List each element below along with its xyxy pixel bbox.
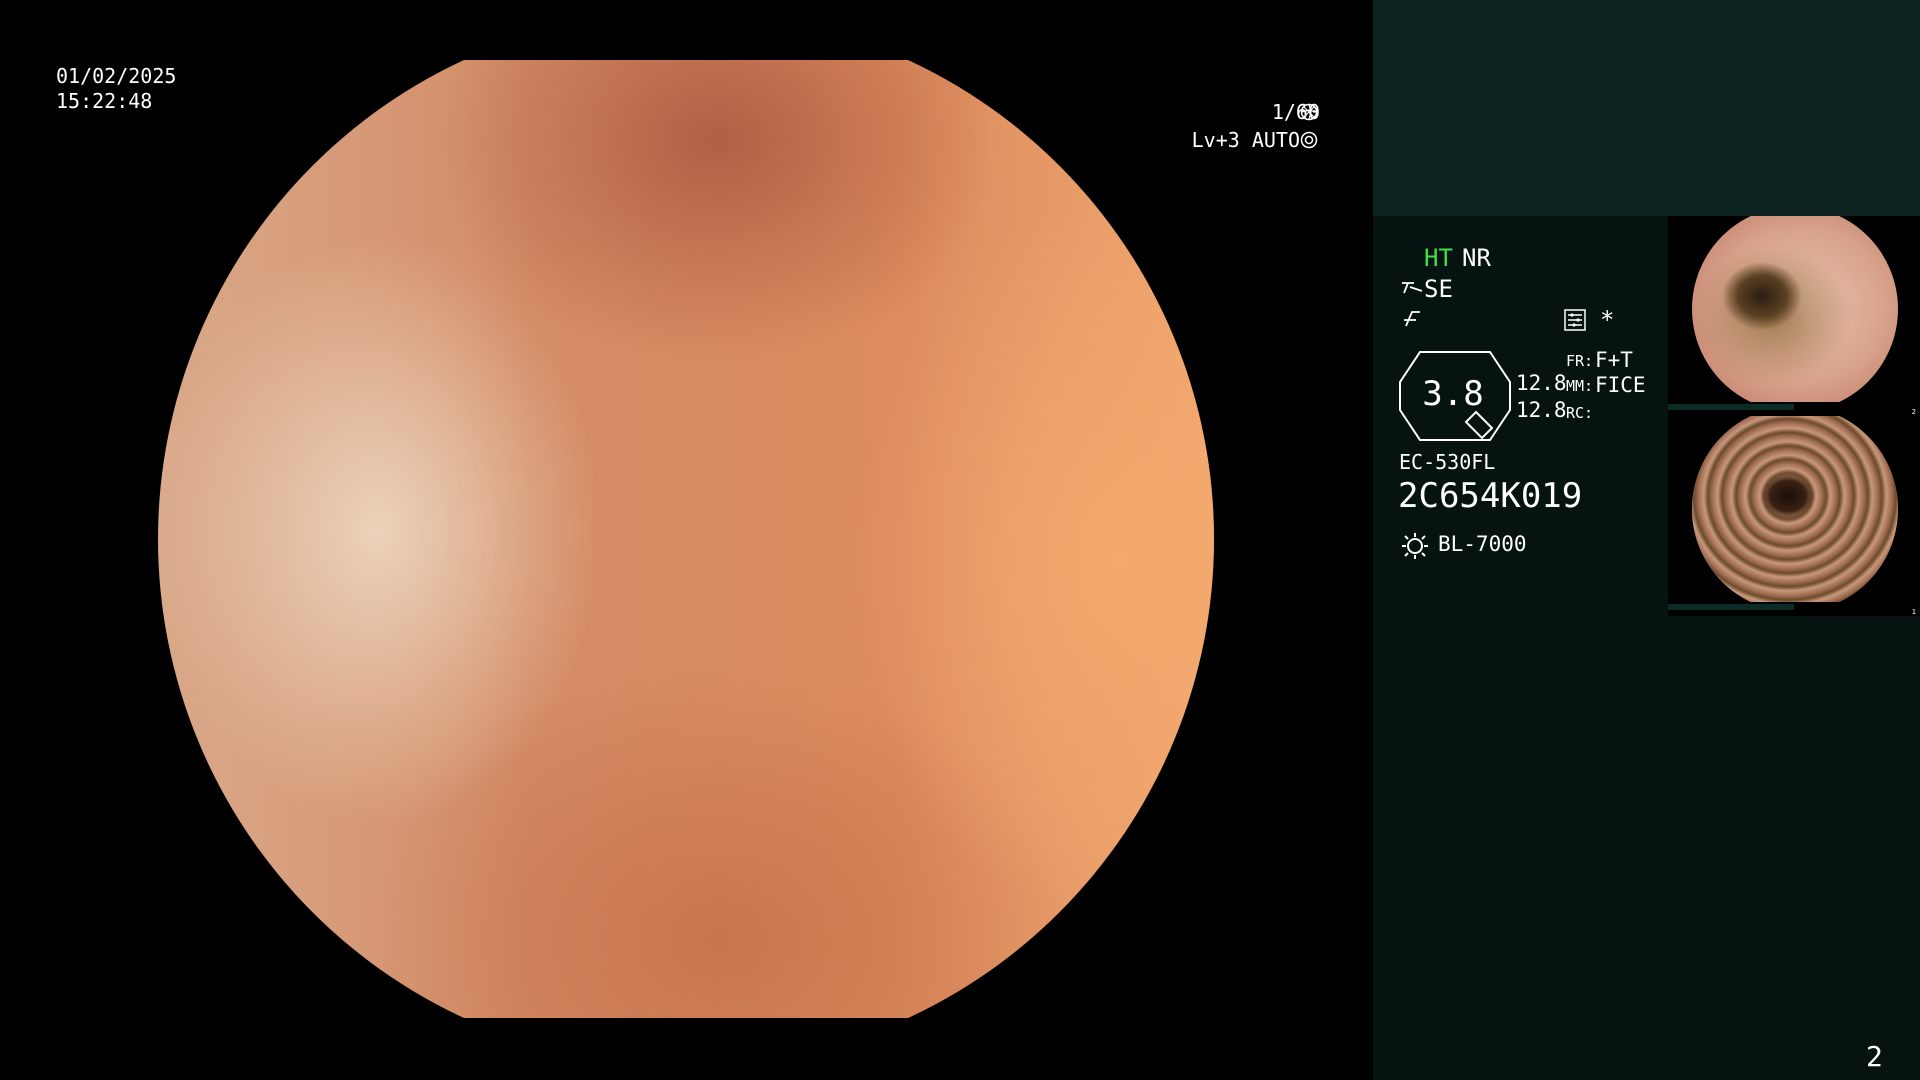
mm-value: FICE bbox=[1595, 373, 1646, 397]
shutter-icon bbox=[1300, 103, 1318, 121]
thumbnail-bar bbox=[1668, 604, 1794, 610]
thumbnail-number: 2 bbox=[1911, 408, 1916, 416]
thumbnail-image bbox=[1692, 216, 1898, 402]
se-indicator: SE bbox=[1424, 275, 1453, 303]
thumbnail-number: 1 bbox=[1911, 608, 1916, 616]
brightness-level: Lv+3 AUTO bbox=[1191, 128, 1300, 152]
endoscopic-image bbox=[158, 60, 1214, 1018]
light-source-label: BL-7000 bbox=[1438, 532, 1527, 556]
auto-iris-icon bbox=[1300, 131, 1318, 149]
light-source-icon bbox=[1402, 533, 1428, 559]
filter-icon bbox=[1404, 311, 1420, 327]
fr-key: FR: bbox=[1566, 352, 1594, 370]
thumbnail-image bbox=[1692, 416, 1898, 602]
main-endoscope-view: 01/02/2025 15:22:48 1/60 Lv+3 AUTO bbox=[0, 0, 1373, 1080]
structure-enhance-icon bbox=[1402, 282, 1423, 294]
nr-indicator: NR bbox=[1462, 244, 1491, 272]
thumbnail-bar bbox=[1668, 404, 1794, 410]
fr-value: F+T bbox=[1595, 348, 1633, 372]
date-text: 01/02/2025 bbox=[56, 64, 177, 88]
rc-key: RC: bbox=[1566, 404, 1594, 422]
time-text: 15:22:48 bbox=[56, 89, 153, 113]
menu-icon bbox=[1564, 309, 1586, 331]
panel-header-block bbox=[1373, 0, 1920, 216]
star-indicator: * bbox=[1600, 306, 1615, 334]
scope-model: EC-530FL bbox=[1399, 450, 1496, 474]
measure-value-2: 12.8 bbox=[1516, 398, 1567, 422]
zoom-value: 3.8 bbox=[1422, 374, 1484, 414]
mm-key: MM: bbox=[1566, 377, 1594, 395]
measure-value-1: 12.8 bbox=[1516, 371, 1567, 395]
ht-indicator: HT bbox=[1424, 244, 1453, 272]
capture-thumbnail[interactable]: 1 bbox=[1668, 416, 1920, 616]
scope-serial: 2C654K019 bbox=[1398, 476, 1583, 516]
capture-thumbnail[interactable]: 2 bbox=[1668, 216, 1920, 416]
page-number: 2 bbox=[1866, 1040, 1883, 1073]
